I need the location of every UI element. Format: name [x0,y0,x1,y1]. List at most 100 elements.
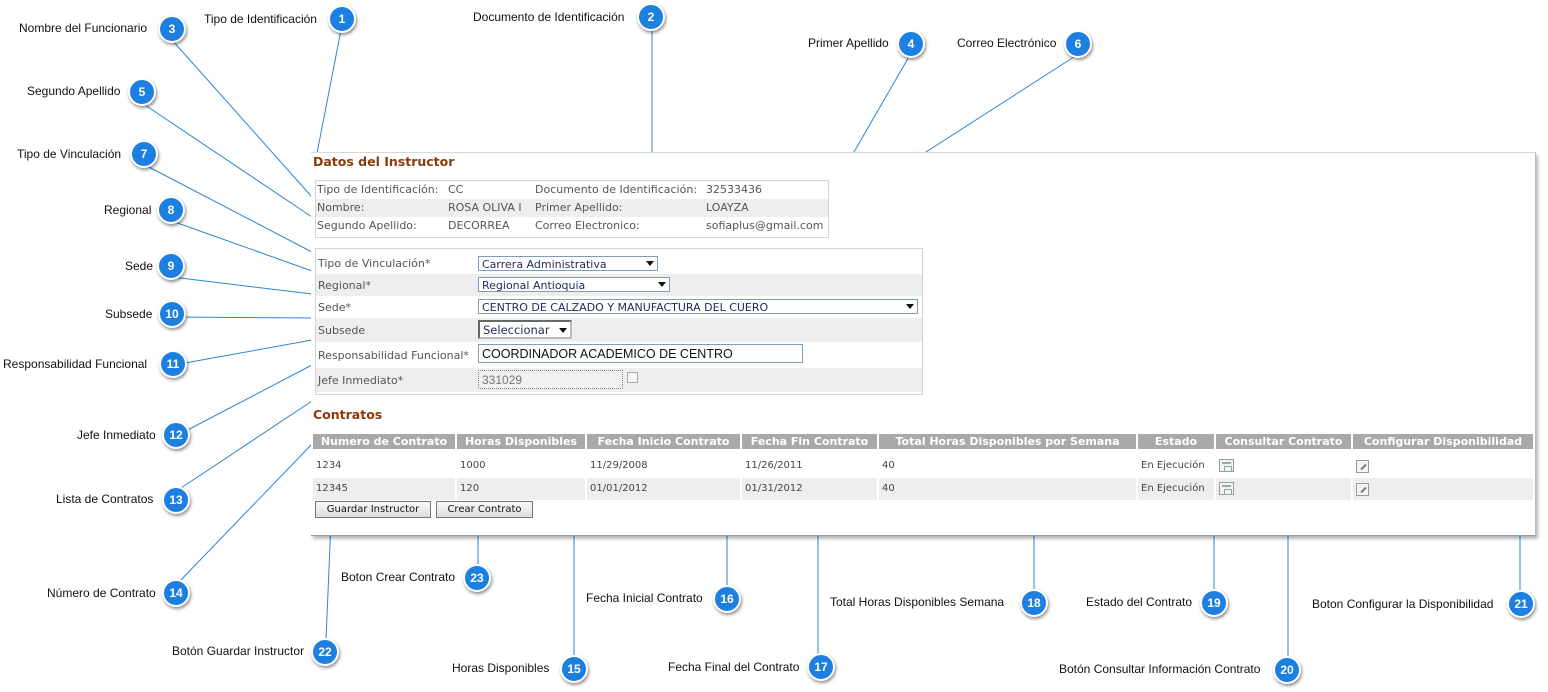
callout-badge-12: 12 [162,421,190,449]
cell-numero: 1234 [313,455,457,477]
instructor-panel: Datos del Instructor Tipo de Identificac… [311,152,1536,536]
col-estado[interactable]: Estado [1138,434,1216,449]
guardar-instructor-button[interactable]: Guardar Instructor [315,501,431,518]
vinculacion-selected: Carrera Administrativa [482,258,607,271]
sede-label: Sede* [318,301,351,314]
responsabilidad-row: Responsabilidad Funcional* COORDINADOR A… [316,343,922,367]
consultar-contrato-icon[interactable] [1219,459,1234,472]
callout-badge-6: 6 [1064,30,1092,58]
cell-configurar [1353,455,1533,477]
subsede-row: Subsede Seleccionar [316,318,922,342]
cell-horas: 120 [457,478,587,500]
col-fecha-inicio[interactable]: Fecha Inicio Contrato [587,434,742,449]
instructor-form: Tipo de Vinculación* Carrera Administrat… [315,248,923,395]
correo-value: sofiaplus@gmail.com [706,219,824,232]
vinculacion-label: Tipo de Vinculación* [318,257,431,270]
jefe-input[interactable]: 331029 [478,370,623,389]
cell-inicio: 01/01/2012 [587,478,742,500]
primer-apellido-label: Primer Apellido: [535,201,623,214]
callout-label-11: Responsabilidad Funcional [3,357,148,371]
chevron-down-icon [658,282,666,287]
sede-select[interactable]: CENTRO DE CALZADO Y MANUFACTURA DEL CUER… [478,299,918,314]
consultar-contrato-icon[interactable] [1219,482,1234,495]
callout-label-10: Subsede [105,307,153,321]
jefe-label: Jefe Inmediato* [318,374,404,387]
callout-badge-7: 7 [130,140,158,168]
vinculacion-row: Tipo de Vinculación* Carrera Administrat… [316,252,922,274]
cell-horas: 1000 [457,455,587,477]
cell-fin: 01/31/2012 [742,478,879,500]
regional-row: Regional* Regional Antioquia [316,274,922,296]
callout-label-5: Segundo Apellido [27,84,121,98]
subsede-select[interactable]: Seleccionar [478,320,572,339]
crear-contrato-button[interactable]: Crear Contrato [436,501,533,518]
documento-label: Documento de Identificación: [535,183,698,196]
instructor-section-title: Datos del Instructor [313,154,455,169]
regional-select[interactable]: Regional Antioquia [478,277,670,292]
col-total-horas-semana[interactable]: Total Horas Disponibles por Semana [879,434,1138,449]
regional-label: Regional* [318,279,371,292]
cell-estado: En Ejecución [1138,478,1216,500]
cell-estado: En Ejecución [1138,455,1216,477]
callout-badge-11: 11 [159,350,187,378]
cell-inicio: 11/29/2008 [587,455,742,477]
callout-badge-3: 3 [158,15,186,43]
col-consultar-contrato[interactable]: Consultar Contrato [1216,434,1353,449]
callout-label-8: Regional [104,203,152,217]
documento-value: 32533436 [706,183,762,196]
callout-badge-18: 18 [1020,589,1048,617]
col-configurar-disponibilidad[interactable]: Configurar Disponibilidad [1353,434,1533,449]
col-fecha-fin[interactable]: Fecha Fin Contrato [742,434,879,449]
instructor-info-table: Tipo de Identificación: CC Documento de … [315,180,829,238]
callout-badge-4: 4 [897,30,925,58]
callout-label-9: Sede [125,259,154,273]
cell-numero: 12345 [313,478,457,500]
callout-label-1: Tipo de Identificación [204,12,317,26]
segundo-apellido-value: DECORREA [448,219,510,232]
callout-badge-15: 15 [560,655,588,683]
tipo-id-value: CC [448,183,464,196]
callout-badge-16: 16 [713,585,741,613]
sede-selected: CENTRO DE CALZADO Y MANUFACTURA DEL CUER… [482,301,769,314]
callout-badge-13: 13 [162,486,190,514]
callout-label-4: Primer Apellido [808,36,889,50]
edit-icon[interactable] [1356,483,1369,496]
subsede-label: Subsede [318,324,366,337]
chevron-down-icon [559,328,567,333]
nombre-value: ROSA OLIVA I [448,201,522,214]
callout-label-20: Botón Consultar Información Contrato [1059,662,1261,676]
callout-label-16: Fecha Inicial Contrato [586,591,703,605]
responsabilidad-input[interactable]: COORDINADOR ACADEMICO DE CENTRO [478,344,803,363]
contratos-table: Numero de Contrato Horas Disponibles Fec… [313,434,1533,500]
callout-label-13: Lista de Contratos [56,492,154,506]
cell-consultar [1216,455,1353,477]
callout-badge-17: 17 [807,653,835,681]
edit-icon[interactable] [1356,460,1369,473]
callout-badge-9: 9 [157,252,185,280]
callout-label-2: Documento de Identificación [473,10,625,24]
cell-total: 40 [879,455,1138,477]
col-horas-disponibles[interactable]: Horas Disponibles [457,434,587,449]
callout-badge-21: 21 [1507,590,1535,618]
regional-selected: Regional Antioquia [482,279,586,292]
callout-badge-20: 20 [1273,656,1301,684]
lookup-icon[interactable] [627,372,638,383]
chevron-down-icon [906,304,914,309]
callout-label-17: Fecha Final del Contrato [668,660,800,674]
subsede-selected: Seleccionar [483,323,550,337]
jefe-row: Jefe Inmediato* 331029 [316,368,922,392]
callout-badge-8: 8 [157,196,185,224]
cell-consultar [1216,478,1353,500]
table-row: 12345 120 01/01/2012 01/31/2012 40 En Ej… [313,478,1533,500]
cell-total: 40 [879,478,1138,500]
info-row-surname: Segundo Apellido: DECORREA Correo Electr… [316,217,828,235]
tipo-id-label: Tipo de Identificación: [317,183,439,196]
vinculacion-select[interactable]: Carrera Administrativa [478,256,658,271]
callout-label-19: Estado del Contrato [1086,595,1193,609]
chevron-down-icon [646,261,654,266]
segundo-apellido-label: Segundo Apellido: [317,219,417,232]
info-row-name: Nombre: ROSA OLIVA I Primer Apellido: LO… [316,199,828,217]
cell-fin: 11/26/2011 [742,455,879,477]
callout-label-3: Nombre del Funcionario [19,21,148,35]
col-numero-contrato[interactable]: Numero de Contrato [313,434,457,449]
